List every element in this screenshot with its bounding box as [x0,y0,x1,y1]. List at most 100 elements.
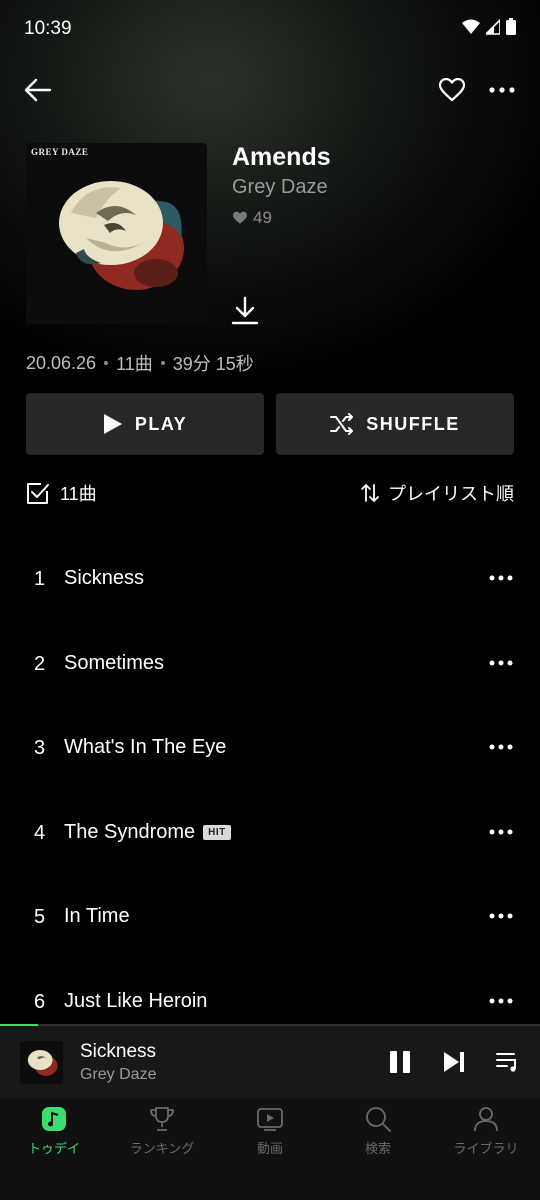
pause-button[interactable] [384,1046,416,1078]
back-button[interactable] [22,74,54,106]
tab-label: ランキング [129,1141,195,1156]
list-track-count: 11曲 [60,484,97,504]
tab-today[interactable]: トゥデイ [0,1106,108,1157]
track-more-button[interactable] [488,991,514,1011]
separator-dot [104,361,109,365]
total-duration: 39分 15秒 [172,354,254,374]
heart-outline-icon [439,78,465,102]
separator-dot [160,361,165,365]
status-icons [462,18,516,35]
checkbox-icon [27,483,49,504]
like-count-value: 49 [253,208,272,227]
track-title-wrap: Just Like Heroin [64,990,207,1013]
heart-filled-icon [233,211,247,224]
track-more-button[interactable] [488,906,514,926]
wifi-icon [462,19,480,34]
track-row[interactable]: 6 Just Like Heroin [0,959,540,1025]
search-icon [366,1107,391,1132]
trophy-icon [150,1107,174,1131]
like-count: 49 [232,208,272,228]
album-meta: 20.06.26 11曲 39分 15秒 [26,350,254,376]
track-more-button[interactable] [488,822,514,842]
track-number: 3 [34,737,46,759]
more-horizontal-icon [489,829,513,834]
status-time: 10:39 [24,18,72,39]
shuffle-button[interactable]: SHUFFLE [276,393,514,455]
more-horizontal-icon [489,744,513,750]
track-title: What's In The Eye [64,736,227,758]
sort-label: プレイリスト順 [388,484,514,504]
skip-next-icon [444,1052,464,1072]
track-number: 1 [34,568,46,590]
playback-progress-track [0,1024,540,1026]
sort-button[interactable]: プレイリスト順 [360,480,514,506]
shuffle-icon [330,413,354,435]
track-number: 2 [34,652,46,675]
track-row[interactable]: 4 The Syndrome HIT [0,790,540,875]
track-title: The Syndrome [64,820,196,843]
track-title: Sometimes [64,651,165,674]
more-horizontal-icon [489,913,513,919]
tab-label: 検索 [364,1141,391,1156]
rose-artwork [59,181,184,290]
status-bar: 10:39 [0,0,540,60]
track-more-button[interactable] [488,568,514,588]
track-row[interactable]: 2 Sometimes [0,621,540,706]
battery-icon [506,18,516,35]
play-icon [103,414,122,434]
tab-label: トゥデイ [27,1141,80,1156]
more-horizontal-icon [489,998,513,1003]
track-title-wrap: The Syndrome HIT [64,821,231,844]
mini-player[interactable]: Sickness Grey Daze [0,1024,540,1098]
tab-label: 動画 [256,1141,283,1156]
track-title: Sickness [64,567,145,589]
play-button[interactable]: PLAY [26,393,264,455]
pause-icon [390,1051,410,1073]
back-arrow-icon [24,78,52,102]
now-playing-title: Sickness [80,1041,157,1062]
music-note-icon [42,1107,66,1131]
track-list: 1 Sickness 2 Sometimes 3 What's In The E… [0,536,540,1024]
tab-search[interactable]: 検索 [324,1106,432,1157]
track-row[interactable]: 1 Sickness [0,536,540,621]
signal-icon [486,18,500,35]
track-title: In Time [64,905,130,927]
tab-ranking[interactable]: ランキング [108,1106,216,1157]
track-more-button[interactable] [488,653,514,673]
track-number: 4 [34,821,46,844]
play-label: PLAY [134,413,188,434]
track-number: 6 [34,990,46,1013]
track-title-wrap: Sickness [64,567,144,590]
track-row[interactable]: 3 What's In The Eye [0,705,540,790]
more-horizontal-icon [489,575,513,581]
download-button[interactable] [231,296,259,326]
download-icon [231,296,259,325]
mini-album-cover [20,1041,63,1084]
hit-badge: HIT [203,824,231,840]
playback-progress [0,1024,38,1026]
select-tracks-button[interactable]: 11曲 [26,480,97,506]
track-row[interactable]: 5 In Time [0,874,540,959]
favorite-button[interactable] [436,74,468,106]
album-title: Amends [232,143,331,171]
more-options-button[interactable] [486,74,518,106]
shuffle-label: SHUFFLE [366,413,460,434]
queue-icon [496,1053,516,1072]
track-count: 11曲 [116,354,153,374]
next-track-button[interactable] [438,1046,470,1078]
track-list-header: 11曲 プレイリスト順 [26,478,514,508]
track-title-wrap: What's In The Eye [64,736,226,759]
queue-button[interactable] [492,1046,524,1078]
tab-video[interactable]: 動画 [216,1106,324,1157]
video-icon [257,1108,283,1131]
more-horizontal-icon [489,87,515,93]
mini-rose-artwork [27,1050,58,1076]
track-more-button[interactable] [488,737,514,757]
more-horizontal-icon [489,660,513,665]
person-icon [474,1107,498,1132]
now-playing-artist: Grey Daze [80,1066,157,1083]
sort-icon [361,484,379,502]
track-title-wrap: In Time [64,905,130,928]
album-artist[interactable]: Grey Daze [232,176,328,199]
tab-library[interactable]: ライブラリ [432,1106,540,1157]
